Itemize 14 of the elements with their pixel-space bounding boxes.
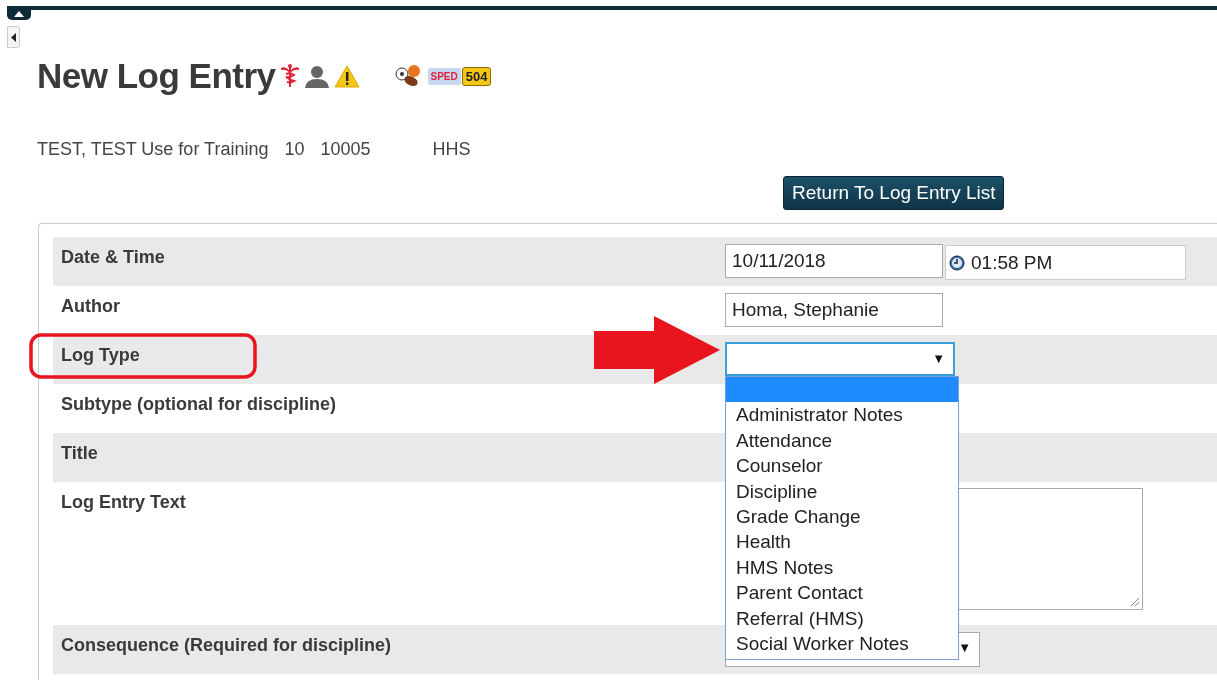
- sped-badge: SPED: [427, 67, 461, 85]
- field-label: Title: [61, 443, 98, 463]
- school-code: HHS: [432, 139, 471, 160]
- field-label: Consequence (Required for discipline): [61, 635, 392, 655]
- student-grade: 10: [284, 139, 305, 160]
- student-id: 10005: [320, 139, 371, 160]
- field-label: Subtype (optional for discipline): [61, 394, 336, 414]
- page-title: New Log Entry: [37, 56, 276, 96]
- field-label: Date & Time: [61, 247, 165, 267]
- field-label: Author: [61, 296, 120, 316]
- plan-504-badge: 504: [461, 66, 492, 86]
- field-label: Log Entry Text: [61, 492, 186, 512]
- student-name: TEST, TEST Use for Training: [37, 139, 269, 160]
- field-label: Log Type: [61, 345, 140, 365]
